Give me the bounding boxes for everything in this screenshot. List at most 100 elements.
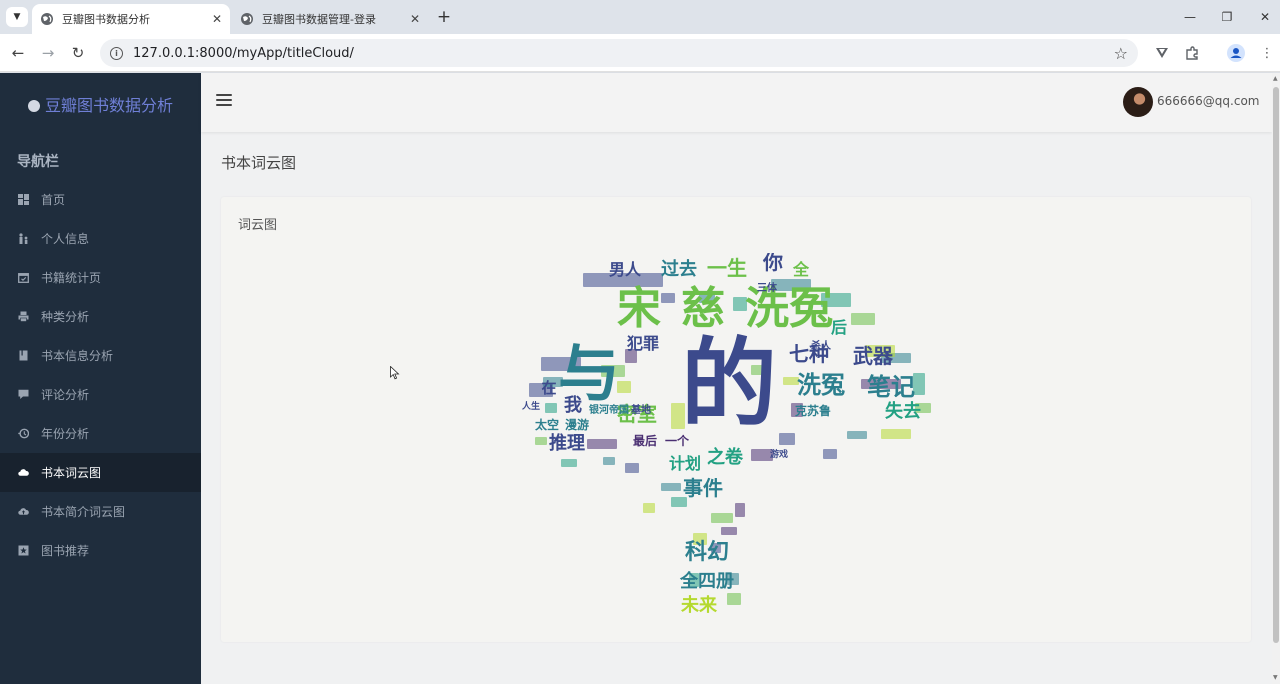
wordcloud-word: 一个 bbox=[665, 433, 690, 448]
wordcloud-image: 的与宋慈洗冤七种 武器洗冤 笔记男人 过去 一生你全犯罪我在推理密室计划 之卷事件科幻全四… bbox=[521, 253, 931, 616]
minimize-button[interactable]: — bbox=[1175, 4, 1205, 30]
wordcloud-word: 推理 bbox=[549, 432, 585, 454]
sidebar-item-comment-analysis[interactable]: 评论分析 bbox=[0, 375, 201, 414]
sidebar-item-label: 种类分析 bbox=[41, 310, 90, 324]
wordcloud-small-word bbox=[881, 429, 911, 439]
wordcloud-small-word bbox=[823, 449, 837, 459]
sidebar-item-summary-cloud[interactable]: 书本简介词云图 bbox=[0, 492, 201, 531]
sidebar-item-label: 书籍统计页 bbox=[41, 271, 102, 285]
close-window-button[interactable]: ✕ bbox=[1250, 4, 1280, 30]
extensions-puzzle-icon[interactable] bbox=[1181, 42, 1203, 64]
back-button[interactable]: ← bbox=[6, 41, 30, 65]
reload-button[interactable]: ↻ bbox=[66, 41, 90, 65]
extension-v-icon[interactable] bbox=[1151, 42, 1173, 64]
wordcloud-small-word bbox=[779, 433, 795, 445]
scroll-down-arrow-icon[interactable]: ▼ bbox=[1273, 674, 1278, 681]
url-text[interactable]: 127.0.0.1:8000/myApp/titleCloud/ bbox=[133, 46, 1114, 61]
sidebar-item-profile[interactable]: 个人信息 bbox=[0, 219, 201, 258]
wordcloud-word: 克苏鲁 bbox=[795, 403, 831, 418]
browser-menu-icon[interactable]: ⋮ bbox=[1256, 42, 1278, 64]
menu-toggle-icon[interactable] bbox=[216, 94, 232, 108]
wordcloud-word: 科幻 bbox=[685, 539, 729, 565]
wordcloud-small-word bbox=[851, 313, 875, 325]
wordcloud-word: 在 bbox=[541, 379, 556, 397]
wordcloud-word: 基地 bbox=[630, 403, 651, 416]
main-content: 666666@qq.com 书本词云图 词云图 的与宋慈洗冤 七种 武器 洗冤 笔记 男人… bbox=[201, 73, 1272, 684]
wordcloud-word: 未来 bbox=[681, 595, 718, 616]
sidebar-item-label: 书本信息分析 bbox=[41, 349, 114, 363]
pie-chart-icon bbox=[28, 99, 40, 112]
wordcloud-small-word bbox=[625, 463, 639, 473]
wordcloud-word: 全四册 bbox=[679, 570, 734, 592]
star-box-icon bbox=[18, 545, 29, 556]
wordcloud-word: 漫游 bbox=[565, 417, 589, 432]
brand-logo[interactable]: 豆瓣图书数据分析 bbox=[28, 92, 173, 116]
user-email[interactable]: 666666@qq.com bbox=[1157, 94, 1260, 108]
tab-close-icon[interactable]: ✕ bbox=[212, 12, 222, 26]
wordcloud-small-word bbox=[661, 293, 675, 303]
wordcloud-word: 游戏 bbox=[770, 448, 788, 460]
restore-button[interactable]: ❐ bbox=[1212, 4, 1242, 30]
wordcloud-small-word bbox=[587, 439, 617, 449]
wordcloud-small-word bbox=[661, 483, 681, 491]
brand-title: 豆瓣图书数据分析 bbox=[45, 96, 174, 115]
wordcloud-word: 一生 bbox=[707, 256, 747, 280]
sidebar-item-book-stats[interactable]: 书籍统计页 bbox=[0, 258, 201, 297]
sidebar: 豆瓣图书数据分析 导航栏 首页 个人信息 书籍统计页 种类分析 书本信息分析 评… bbox=[0, 73, 201, 684]
wordcloud-small-word bbox=[721, 527, 737, 535]
wordcloud-word: 失去 bbox=[885, 400, 921, 422]
sidebar-item-category-analysis[interactable]: 种类分析 bbox=[0, 297, 201, 336]
forward-button[interactable]: → bbox=[36, 41, 60, 65]
wordcloud-small-word bbox=[735, 503, 745, 517]
page-scrollbar[interactable]: ▲ ▼ bbox=[1272, 73, 1280, 684]
site-info-icon[interactable]: i bbox=[110, 46, 123, 60]
wordcloud-word: 三体 bbox=[757, 281, 778, 294]
top-header: 666666@qq.com bbox=[201, 73, 1272, 132]
wordcloud-small-word bbox=[545, 403, 557, 413]
sidebar-item-label: 书本词云图 bbox=[41, 466, 102, 480]
wordcloud-word: 太空 bbox=[535, 417, 559, 432]
wordcloud-word: 男人 bbox=[609, 260, 642, 279]
address-bar[interactable]: i 127.0.0.1:8000/myApp/titleCloud/ ☆ bbox=[100, 39, 1138, 67]
print-icon bbox=[18, 311, 29, 322]
wordcloud-word: 的 bbox=[681, 328, 777, 440]
wordcloud-small-word bbox=[711, 513, 733, 523]
sidebar-item-book-recommend[interactable]: 图书推荐 bbox=[0, 531, 201, 570]
browser-toolbar: ← → ↻ i 127.0.0.1:8000/myApp/titleCloud/… bbox=[0, 34, 1280, 72]
wordcloud-word: 全 bbox=[792, 260, 810, 279]
sidebar-item-book-info-analysis[interactable]: 书本信息分析 bbox=[0, 336, 201, 375]
wordcloud-word: 犯罪 bbox=[626, 334, 659, 353]
user-icon bbox=[18, 233, 29, 244]
wordcloud-card: 词云图 的与宋慈洗冤 七种 武器 洗冤 笔记 男人 过去 一生你全犯罪我在推理 密室 计划 之卷 事件… bbox=[221, 197, 1251, 642]
wordcloud-word: 笔记 bbox=[867, 373, 915, 401]
tab-close-icon[interactable]: ✕ bbox=[410, 12, 420, 26]
avatar[interactable] bbox=[1123, 87, 1153, 117]
wordcloud-small-word bbox=[561, 459, 577, 467]
tab-search-chevron-icon[interactable]: ▼ bbox=[6, 7, 28, 27]
sidebar-item-home[interactable]: 首页 bbox=[0, 180, 201, 219]
browser-tab-active[interactable]: 豆瓣图书数据分析 ✕ bbox=[32, 4, 230, 34]
wordcloud-word: 银河帝国 bbox=[589, 403, 629, 416]
wordcloud-word: 你 bbox=[762, 253, 783, 274]
new-tab-button[interactable]: + bbox=[433, 6, 455, 28]
book-icon bbox=[18, 350, 29, 361]
browser-tab-inactive[interactable]: 豆瓣图书数据管理-登录 ✕ bbox=[232, 4, 428, 34]
dashboard-icon bbox=[18, 194, 29, 205]
wordcloud-word: 后 bbox=[831, 318, 847, 337]
wordcloud-word: 武器 bbox=[853, 344, 894, 368]
wordcloud-small-word bbox=[643, 503, 655, 513]
scroll-thumb[interactable] bbox=[1273, 87, 1279, 643]
scroll-up-arrow-icon[interactable]: ▲ bbox=[1273, 75, 1278, 82]
profile-icon[interactable] bbox=[1225, 42, 1247, 64]
bookmark-star-icon[interactable]: ☆ bbox=[1114, 44, 1128, 63]
sidebar-item-label: 年份分析 bbox=[41, 427, 90, 441]
cloud-upload-icon bbox=[18, 506, 29, 517]
sidebar-item-label: 书本简介词云图 bbox=[41, 505, 126, 519]
wordcloud-word: 洗冤 bbox=[797, 371, 845, 399]
nav-heading: 导航栏 bbox=[17, 154, 59, 170]
sidebar-item-title-cloud[interactable]: 书本词云图 bbox=[0, 453, 201, 492]
mouse-cursor-icon bbox=[390, 366, 400, 380]
sidebar-item-year-analysis[interactable]: 年份分析 bbox=[0, 414, 201, 453]
sidebar-item-label: 图书推荐 bbox=[41, 544, 90, 558]
wordcloud-small-word bbox=[847, 431, 867, 439]
